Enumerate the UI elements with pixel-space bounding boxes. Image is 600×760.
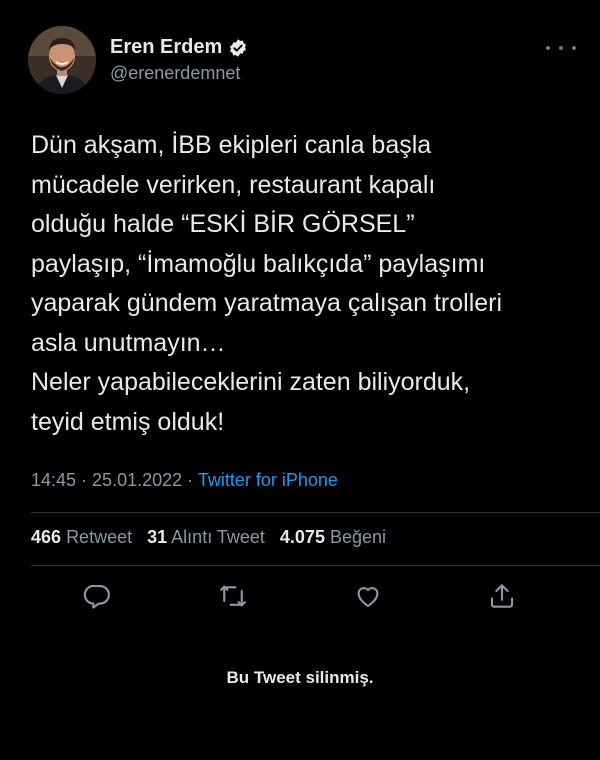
- retweet-button[interactable]: [218, 581, 248, 611]
- tweet-time[interactable]: 14:45: [31, 470, 76, 490]
- tweet-text: Dün akşam, İBB ekipleri canla başla müca…: [31, 126, 581, 442]
- reply-button[interactable]: [82, 581, 112, 611]
- author-display-name[interactable]: Eren Erdem: [110, 36, 222, 59]
- retweets-label: Retweet: [66, 527, 133, 547]
- tweet-source-link[interactable]: Twitter for iPhone: [198, 470, 338, 490]
- share-button[interactable]: [487, 581, 517, 611]
- tweet-text-line: Dün akşam, İBB ekipleri canla başla: [31, 131, 432, 159]
- tweet-text-line: olduğu halde “ESKİ BİR GÖRSEL”: [31, 210, 415, 238]
- avatar[interactable]: [28, 26, 96, 94]
- quotes-stat[interactable]: 31 Alıntı Tweet: [147, 527, 265, 547]
- reply-icon: [83, 584, 110, 609]
- likes-count: 4.075: [279, 527, 325, 547]
- like-icon: [357, 587, 379, 608]
- more-options-icon[interactable]: [546, 38, 576, 58]
- tweet-text-line: mücadele verirken, restaurant kapalı: [31, 170, 436, 199]
- meta-separator: ·: [182, 470, 198, 490]
- share-icon: [490, 584, 514, 608]
- retweets-stat[interactable]: 466 Retweet: [31, 527, 132, 547]
- likes-label: Beğeni: [329, 527, 387, 547]
- author-handle[interactable]: @erenerdemnet: [110, 63, 240, 84]
- verified-badge-icon: [228, 38, 248, 58]
- tweet-deleted-notice: Bu Tweet silinmiş.: [226, 668, 374, 687]
- likes-stat[interactable]: 4.075 Beğeni: [280, 527, 386, 547]
- quotes-label: Alıntı Tweet: [171, 527, 265, 547]
- quotes-count: 31: [147, 527, 168, 547]
- author-name-row[interactable]: Eren Erdem: [110, 36, 248, 59]
- retweets-count: 466: [31, 527, 62, 547]
- tweet-date[interactable]: 25.01.2022: [92, 470, 182, 490]
- divider: [31, 565, 600, 566]
- tweet-text-line: teyid etmiş olduk!: [31, 407, 225, 436]
- meta-separator: ·: [76, 470, 93, 490]
- tweet-text-line: asla unutmayın…: [31, 328, 226, 357]
- tweet-meta: 14:45 · 25.01.2022 · Twitter for iPhone: [31, 470, 338, 491]
- tweet-stats: 466 Retweet 31 Alıntı Tweet 4.075 Beğeni: [31, 527, 386, 548]
- tweet-text-line: Neler yapabileceklerini zaten biliyorduk…: [31, 368, 471, 396]
- avatar-image: [28, 26, 96, 94]
- tweet-text-line: yaparak gündem yaratmaya çalışan troller…: [31, 289, 503, 317]
- divider: [31, 512, 600, 513]
- tweet-actions: [0, 581, 600, 611]
- like-button[interactable]: [353, 581, 383, 611]
- tweet-text-line: paylaşıp, “İmamoğlu balıkçıda” paylaşımı: [31, 249, 486, 278]
- retweet-icon: [220, 585, 246, 607]
